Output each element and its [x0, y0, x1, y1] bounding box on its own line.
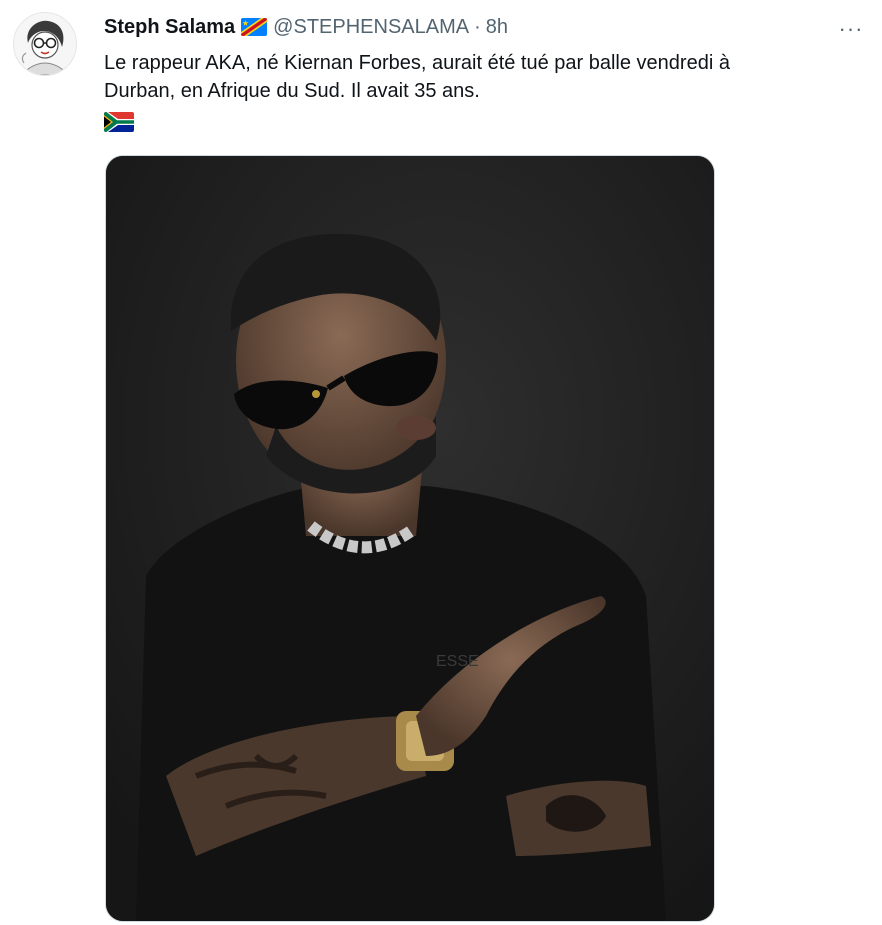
- avatar[interactable]: [13, 12, 77, 76]
- shirt-print-text: ESSE: [436, 653, 479, 670]
- more-options-icon[interactable]: ···: [834, 16, 868, 41]
- separator-dot: ·: [474, 15, 481, 38]
- flag-cd-icon: [241, 18, 268, 36]
- photo-illustration: ESSE: [106, 156, 714, 921]
- tweet-text-line: Le rappeur AKA, né Kiernan Forbes, aurai…: [104, 52, 730, 74]
- avatar-illustration: [14, 13, 76, 75]
- tweet-text-line: Durban, en Afrique du Sud. Il avait 35 a…: [104, 80, 480, 102]
- tweet-timestamp[interactable]: 8h: [486, 16, 508, 39]
- flag-za-icon: [104, 112, 134, 132]
- author-handle[interactable]: @STEPHENSALAMA: [273, 16, 469, 39]
- tweet-card: Steph Salama @STEPHENSALAMA · 8h ··· Le …: [0, 0, 882, 925]
- author-name[interactable]: Steph Salama: [104, 16, 235, 39]
- tweet-header: Steph Salama @STEPHENSALAMA · 8h: [104, 13, 508, 41]
- tweet-text: Le rappeur AKA, né Kiernan Forbes, aurai…: [104, 49, 864, 105]
- tweet-media-photo[interactable]: ESSE: [105, 155, 715, 922]
